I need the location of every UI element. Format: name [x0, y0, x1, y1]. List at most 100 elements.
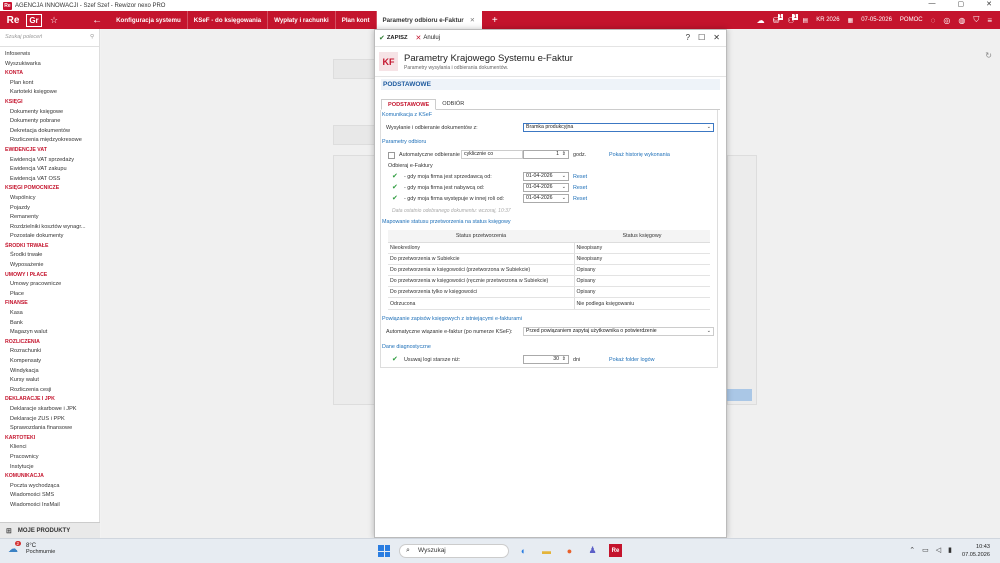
auto-receive-mode[interactable]: cyklicznie co [461, 150, 523, 159]
stepper-icon[interactable]: ⇕ [562, 151, 566, 158]
my-products-button[interactable]: ⊞ MOJE PRODUKTY [0, 522, 100, 538]
buyer-reset-link[interactable]: Reset [573, 185, 587, 191]
tab-konfiguracja-systemu[interactable]: Konfiguracja systemu [110, 11, 188, 29]
accounting-status-cell[interactable]: Opisany [573, 275, 710, 288]
back-arrow-icon[interactable]: ← [92, 15, 102, 26]
powiazanie-select[interactable]: Przed powiązaniem zapytaj użytkownika o … [523, 327, 714, 336]
sidebar-item[interactable]: Rozliczenia międzyokresowe [5, 136, 99, 146]
weather-widget[interactable]: ☁ 2 8°C Pochmurnie [8, 541, 55, 555]
chat-icon[interactable]: ◌ [931, 16, 936, 25]
close-tab-icon[interactable]: ✕ [470, 17, 475, 24]
ksef-status-icon[interactable]: ⛁ 1 [773, 13, 784, 25]
sidebar-item[interactable]: Sprawozdania finansowe [5, 424, 99, 434]
history-link[interactable]: Pokaż historię wykonania [609, 152, 670, 158]
sidebar-item[interactable]: Rozliczenia cesji [5, 386, 99, 396]
delete-logs-check-icon[interactable]: ✔ [392, 355, 398, 363]
search-input[interactable]: Szukaj poleceń [5, 34, 42, 40]
accounting-status-cell[interactable]: Nie podlega księgowaniu [573, 297, 710, 310]
accounting-status-cell[interactable]: Opisany [573, 264, 710, 277]
sidebar-item[interactable]: Plan kont [5, 79, 99, 89]
cloud-icon[interactable]: ☁ [757, 16, 765, 25]
tab-plan-kont[interactable]: Plan kont [336, 11, 377, 29]
sidebar-item[interactable]: Ewidencja VAT sprzedaży [5, 156, 99, 166]
cancel-button[interactable]: Anuluj [423, 35, 440, 41]
pin-icon[interactable]: ⚲ [90, 34, 94, 40]
sidebar-item[interactable]: Klienci [5, 443, 99, 453]
sidebar-item[interactable]: Rozdzielniki kosztów wynagr... [5, 223, 99, 233]
help-icon[interactable]: ? [686, 33, 690, 42]
sidebar-item[interactable]: Środki trwałe [5, 251, 99, 261]
maximize-button[interactable]: ▢ [958, 0, 965, 8]
volume-icon[interactable]: ◁ [936, 546, 941, 554]
seller-reset-link[interactable]: Reset [573, 174, 587, 180]
firefox-icon[interactable]: ● [563, 544, 576, 557]
gr-module-icon[interactable]: Gr [26, 13, 42, 27]
users-icon[interactable]: ⚇ 1 [787, 13, 799, 25]
sidebar-item[interactable]: Pojazdy [5, 204, 99, 214]
tab-odbior[interactable]: ODBIÓR [436, 99, 470, 109]
tray-chevron-icon[interactable]: ⌃ [909, 546, 915, 554]
add-tab-icon[interactable]: + [492, 15, 498, 26]
buyer-date-field[interactable]: 01-04-2026 ⌄ [523, 183, 569, 192]
seller-check-icon[interactable]: ✔ [392, 172, 398, 180]
refresh-icon[interactable]: ↻ [985, 51, 992, 60]
seller-date-field[interactable]: 01-04-2026 ⌄ [523, 172, 569, 181]
rewizor-taskbar-icon[interactable]: Re [609, 544, 622, 557]
tab-ksef-do-ksiegowania[interactable]: KSeF - do księgowania [188, 11, 269, 29]
sidebar-item[interactable]: Magazyn walut [5, 328, 99, 338]
sidebar-item[interactable]: Wyszukiwarka [5, 60, 99, 70]
sidebar-item[interactable]: Instytucje [5, 463, 99, 473]
tab-parametry-odbioru[interactable]: Parametry odbioru e-Faktur ✕ [376, 11, 482, 29]
tab-podstawowe[interactable]: PODSTAWOWE [381, 99, 437, 110]
windows-start-icon[interactable] [378, 545, 390, 557]
sidebar-item[interactable]: Wiadomości SMS [5, 491, 99, 501]
sidebar-item[interactable]: Dokumenty pobrane [5, 117, 99, 127]
sidebar-item[interactable]: Płace [5, 290, 99, 300]
accounting-status-cell[interactable]: Opisany [573, 286, 710, 299]
sidebar-item[interactable]: Wiadomości InsMail [5, 501, 99, 511]
accounting-status-cell[interactable]: Nieopisany [573, 253, 710, 265]
other-role-date-field[interactable]: 01-04-2026 ⌄ [523, 194, 569, 203]
work-date[interactable]: 07-05-2026 [861, 17, 892, 23]
edge-icon[interactable]: ◐ [517, 544, 530, 557]
table-row[interactable]: Do przetworzenia w księgowości (ręcznie … [388, 275, 710, 288]
network-icon[interactable]: ▭ [922, 546, 929, 554]
table-row[interactable]: Odrzucona Nie podlega księgowaniu [388, 297, 710, 310]
fiscal-year[interactable]: KR 2026 [816, 17, 839, 23]
close-dialog-icon[interactable]: ✕ [713, 33, 720, 42]
sidebar-item[interactable]: Pozostałe dokumenty [5, 232, 99, 242]
other-role-reset-link[interactable]: Reset [573, 196, 587, 202]
komunikacja-select[interactable]: Bramka produkcyjna ⌄ [523, 123, 714, 132]
sidebar-item[interactable]: Poczta wychodząca [5, 482, 99, 492]
tab-wyplaty-i-rachunki[interactable]: Wypłaty i rachunki [268, 11, 336, 29]
sidebar-item[interactable]: Rozrachunki [5, 347, 99, 357]
other-role-check-icon[interactable]: ✔ [392, 194, 398, 202]
sidebar-item[interactable]: Kasa [5, 309, 99, 319]
table-row[interactable]: Do przetworzenia w Subiekcie Nieopisany [388, 253, 710, 265]
buyer-check-icon[interactable]: ✔ [392, 183, 398, 191]
sidebar-item[interactable]: Umowy pracownicze [5, 280, 99, 290]
sidebar-item[interactable]: Kartoteki księgowe [5, 88, 99, 98]
table-row[interactable]: Do przetworzenia tylko w księgowości Opis… [388, 286, 710, 299]
sidebar-item[interactable]: Wspólnicy [5, 194, 99, 204]
sidebar-item[interactable]: Ewidencja VAT zakupu [5, 165, 99, 175]
maximize-dialog-icon[interactable]: ☐ [698, 33, 705, 42]
sidebar-item[interactable]: Wyposażenie [5, 261, 99, 271]
close-window-button[interactable]: ✕ [986, 0, 992, 8]
sidebar-item[interactable]: Infoserwis [5, 50, 99, 60]
sidebar-item[interactable]: Bank [5, 319, 99, 329]
sidebar-item[interactable]: Remanenty [5, 213, 99, 223]
sidebar-search[interactable]: Szukaj poleceń ⚲ [0, 29, 99, 47]
hamburger-menu-icon[interactable]: ≡ [987, 16, 992, 25]
app-logo[interactable]: Re [3, 12, 23, 28]
teams-icon[interactable]: ♟ [586, 544, 599, 557]
clock[interactable]: 10:43 07.05.2026 [962, 543, 990, 559]
auto-receive-checkbox[interactable] [388, 152, 395, 159]
save-button[interactable]: ZAPISZ [387, 35, 408, 41]
minimize-button[interactable]: — [929, 0, 936, 8]
sidebar-item[interactable]: Pracownicy [5, 453, 99, 463]
table-row[interactable]: Do przetworzenia w księgowości (przetwor… [388, 264, 710, 277]
battery-icon[interactable]: ▮ [948, 546, 952, 554]
sidebar-item[interactable]: Windykacja [5, 367, 99, 377]
help-button[interactable]: POMOC [900, 17, 923, 23]
